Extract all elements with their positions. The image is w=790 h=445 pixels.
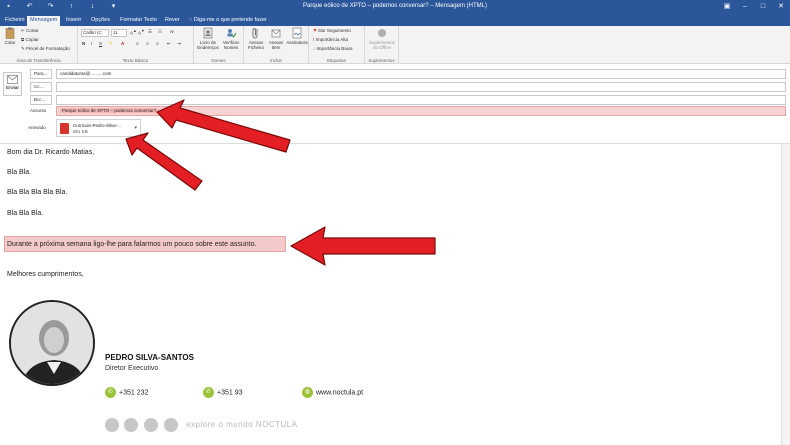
arrow-to-attachment xyxy=(125,132,203,191)
arrow-to-highlighted-sentence xyxy=(290,226,436,266)
arrow-to-subject xyxy=(156,99,291,153)
annotation-arrows xyxy=(125,99,436,266)
outlook-compose-window: ▪ ↶ ↷ ↑ ↓ ▾ Parque eólico de XPTO – pode… xyxy=(0,0,790,445)
